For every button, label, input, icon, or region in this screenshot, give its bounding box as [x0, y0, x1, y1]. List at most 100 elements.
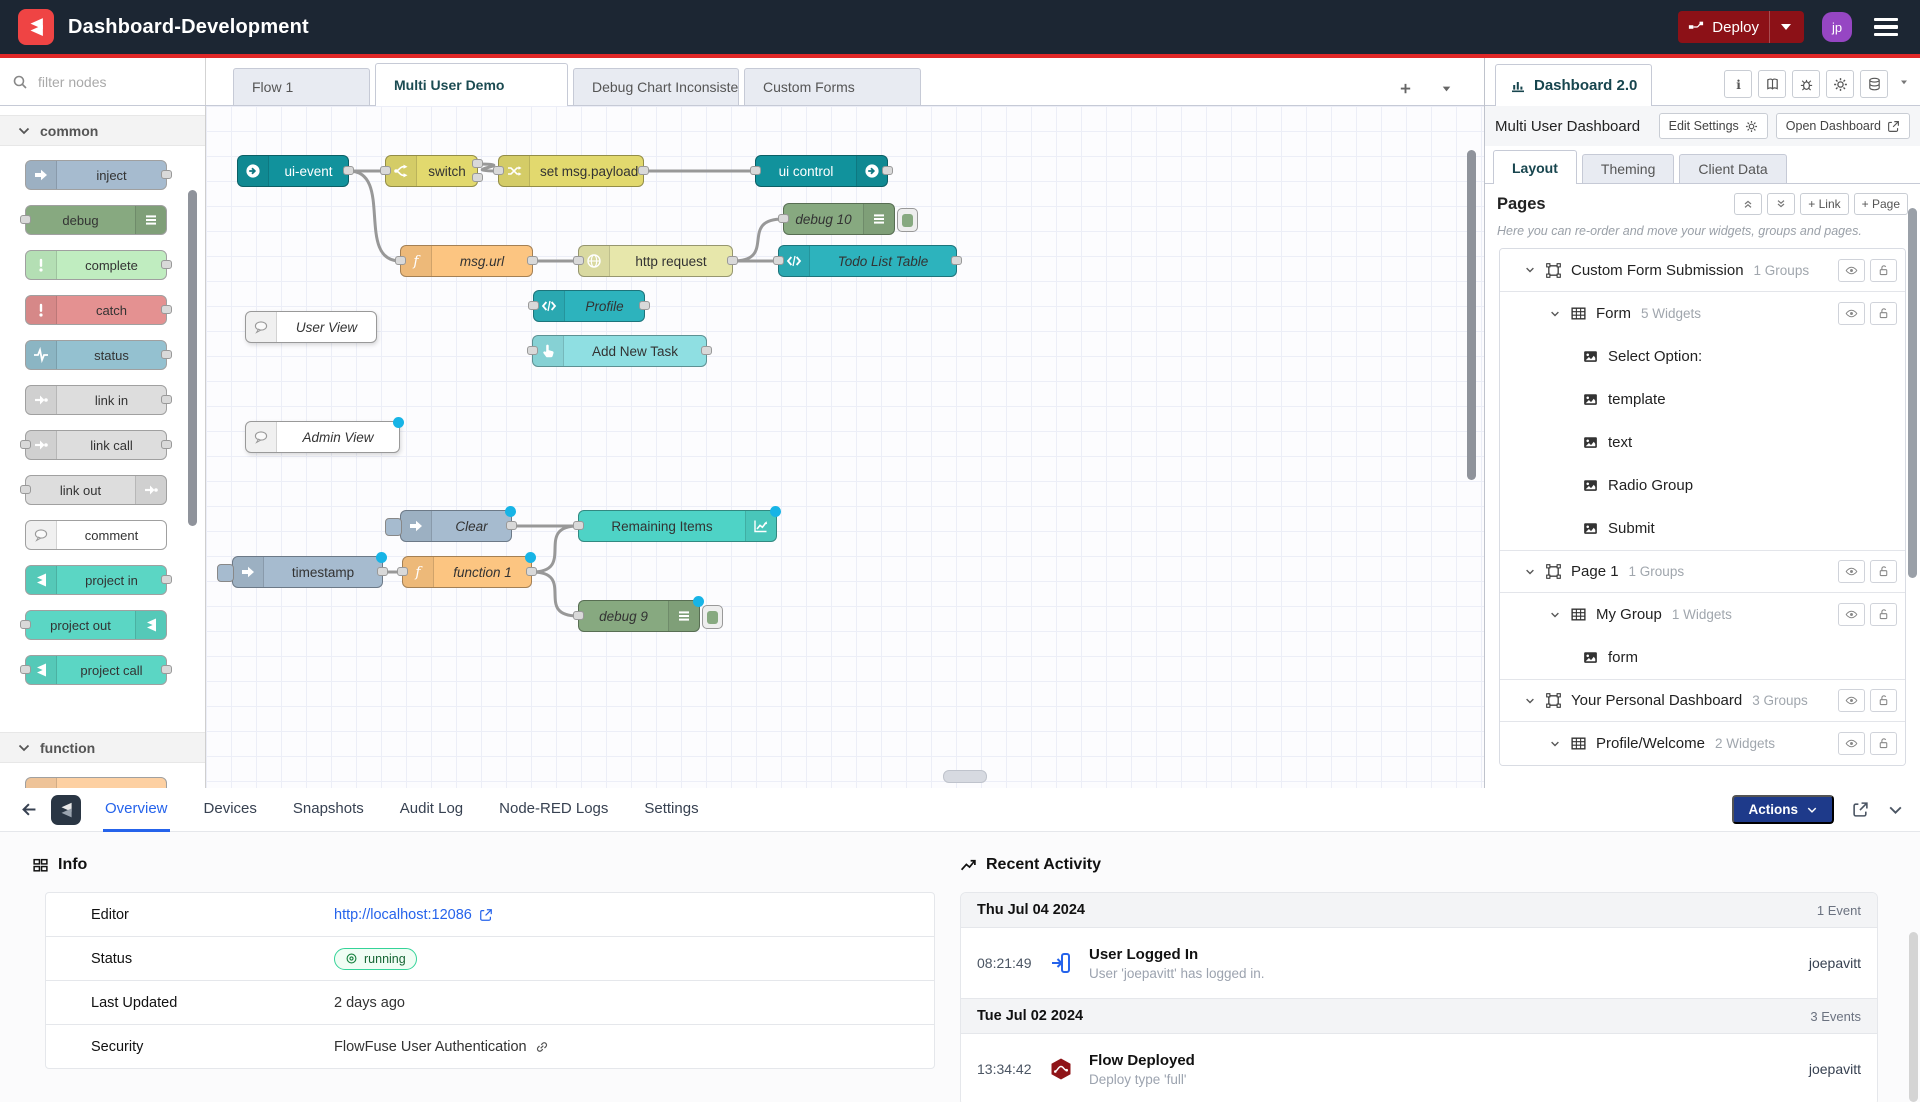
add-link-button[interactable]: + Link: [1800, 193, 1848, 215]
input-port[interactable]: [750, 166, 761, 175]
palette-search[interactable]: [0, 58, 206, 106]
flow-node-add-new-task[interactable]: Add New Task: [532, 335, 707, 367]
tab-theming[interactable]: Theming: [1582, 154, 1674, 184]
output-port[interactable]: [161, 170, 172, 179]
search-input[interactable]: [36, 73, 190, 91]
flow-node-todo-list-table[interactable]: Todo List Table: [778, 245, 957, 277]
lock-button[interactable]: [1870, 259, 1897, 282]
canvas-scrollbar[interactable]: [1467, 150, 1476, 480]
flow-node-ui-control[interactable]: ui control: [755, 155, 888, 187]
flow-node-http-request[interactable]: http request: [578, 245, 733, 277]
flow-tab[interactable]: Custom Forms: [744, 68, 921, 106]
input-port[interactable]: [395, 256, 406, 265]
output-port[interactable]: [161, 440, 172, 449]
tree-row-form[interactable]: Form5 Widgets: [1500, 292, 1905, 335]
lock-button[interactable]: [1870, 302, 1897, 325]
input-port[interactable]: [773, 256, 784, 265]
tree-row-your-personal-dashboard[interactable]: Your Personal Dashboard3 Groups: [1500, 679, 1905, 722]
tree-row-template[interactable]: template: [1500, 378, 1905, 421]
debug-toggle-button[interactable]: [702, 605, 723, 629]
tree-row-form[interactable]: form: [1500, 636, 1905, 679]
inject-button[interactable]: [217, 564, 234, 582]
activity-event-row[interactable]: 13:34:42Flow DeployedDeploy type 'full'j…: [961, 1034, 1877, 1102]
tree-row-text[interactable]: text: [1500, 421, 1905, 464]
chevron-down-icon[interactable]: [1549, 308, 1561, 320]
input-port[interactable]: [778, 214, 789, 223]
deploy-caret-icon[interactable]: [1778, 19, 1794, 35]
palette-node-inject[interactable]: inject: [25, 160, 167, 190]
visibility-button[interactable]: [1838, 732, 1865, 755]
bug-button[interactable]: [1792, 70, 1820, 98]
visibility-button[interactable]: [1838, 302, 1865, 325]
back-button[interactable]: [20, 800, 39, 819]
nav-tab-devices[interactable]: Devices: [202, 788, 259, 832]
output-port[interactable]: [161, 305, 172, 314]
palette-node-catch[interactable]: catch: [25, 295, 167, 325]
output-port[interactable]: [527, 256, 538, 265]
output-port[interactable]: [701, 346, 712, 355]
input-port[interactable]: [397, 567, 408, 576]
output-port[interactable]: [727, 256, 738, 265]
palette-node-partial[interactable]: [25, 777, 167, 788]
gear-button[interactable]: [1826, 70, 1854, 98]
inject-button[interactable]: [385, 518, 402, 536]
debug-toggle-button[interactable]: [897, 208, 918, 232]
tab-client-data[interactable]: Client Data: [1679, 154, 1786, 184]
visibility-button[interactable]: [1838, 603, 1865, 626]
palette-section-common[interactable]: common: [0, 115, 205, 146]
palette-node-link-call[interactable]: link call: [25, 430, 167, 460]
palette-node-comment[interactable]: comment: [25, 520, 167, 550]
nav-tab-overview[interactable]: Overview: [103, 788, 170, 832]
output-port[interactable]: [638, 166, 649, 175]
flow-tab[interactable]: Debug Chart Inconsistence S: [573, 68, 739, 106]
tree-row-my-group[interactable]: My Group1 Widgets: [1500, 593, 1905, 636]
flow-node-clear[interactable]: Clear: [400, 510, 512, 542]
flowfuse-panel-logo-icon[interactable]: [51, 795, 81, 825]
flow-node-admin-view[interactable]: Admin View: [245, 421, 400, 453]
output-port[interactable]: [161, 575, 172, 584]
tab-layout[interactable]: Layout: [1493, 150, 1577, 184]
chevron-down-icon[interactable]: [1549, 738, 1561, 750]
sidebar-scrollbar[interactable]: [1908, 208, 1917, 578]
output-port[interactable]: [951, 256, 962, 265]
tree-row-submit[interactable]: Submit: [1500, 507, 1905, 550]
flow-tab[interactable]: Multi User Demo: [375, 63, 568, 106]
flow-node-debug-9[interactable]: debug 9: [578, 600, 700, 632]
output-port[interactable]: [526, 567, 537, 576]
output-port[interactable]: [161, 665, 172, 674]
output-port[interactable]: [161, 260, 172, 269]
flow-node-debug-10[interactable]: debug 10: [783, 203, 895, 235]
lock-button[interactable]: [1870, 560, 1897, 583]
input-port[interactable]: [528, 301, 539, 310]
open-editor-icon[interactable]: [1852, 801, 1869, 818]
input-port[interactable]: [527, 346, 538, 355]
add-page-button[interactable]: + Page: [1854, 193, 1908, 215]
output-port[interactable]: [472, 159, 483, 168]
deploy-button[interactable]: Deploy: [1678, 11, 1804, 43]
palette-node-status[interactable]: status: [25, 340, 167, 370]
book-button[interactable]: [1758, 70, 1786, 98]
tree-row-page-1[interactable]: Page 11 Groups: [1500, 550, 1905, 593]
tree-row-profile-welcome[interactable]: Profile/Welcome2 Widgets: [1500, 722, 1905, 765]
palette-node-project-out[interactable]: project out: [25, 610, 167, 640]
palette-node-project-call[interactable]: project call: [25, 655, 167, 685]
flow-list-caret-icon[interactable]: [1439, 81, 1454, 96]
flow-tab[interactable]: Flow 1: [233, 68, 370, 106]
flow-node-switch[interactable]: switch: [385, 155, 478, 187]
flow-node-set-msg-payload[interactable]: set msg.payload: [498, 155, 644, 187]
chevron-down-icon[interactable]: [1549, 609, 1561, 621]
chevron-down-icon[interactable]: [1524, 566, 1536, 578]
output-port[interactable]: [882, 166, 893, 175]
output-port[interactable]: [161, 395, 172, 404]
nav-tab-node-red-logs[interactable]: Node-RED Logs: [497, 788, 610, 832]
tree-row-select-option-[interactable]: Select Option:: [1500, 335, 1905, 378]
flow-node-user-view[interactable]: User View: [245, 311, 377, 343]
database-button[interactable]: [1860, 70, 1888, 98]
open-dashboard-button[interactable]: Open Dashboard: [1776, 113, 1910, 139]
tree-row-radio-group[interactable]: Radio Group: [1500, 464, 1905, 507]
lock-button[interactable]: [1870, 732, 1897, 755]
sidebar-tab-dashboard[interactable]: Dashboard 2.0: [1495, 64, 1652, 106]
output-port[interactable]: [472, 173, 483, 182]
actions-button[interactable]: Actions: [1732, 795, 1834, 824]
input-port[interactable]: [380, 166, 391, 175]
